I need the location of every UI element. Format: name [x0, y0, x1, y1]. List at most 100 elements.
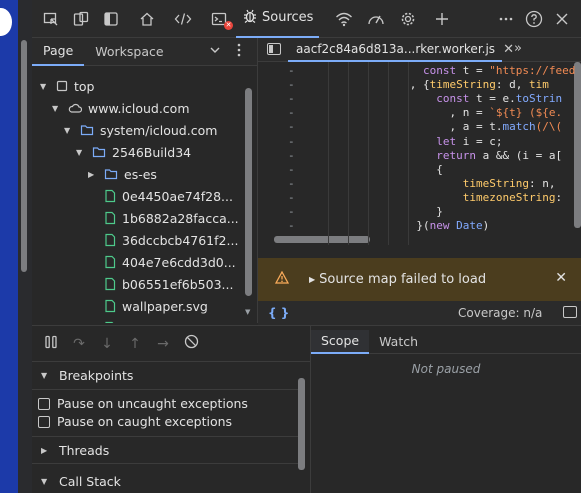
tab-workspace[interactable]: Workspace [84, 38, 174, 66]
pause-uncaught-checkbox[interactable] [38, 397, 50, 410]
deactivate-breakpoints-icon[interactable] [182, 334, 200, 353]
network-icon[interactable] [333, 8, 355, 30]
line-marker: - [288, 92, 295, 106]
tree-item-label: 2546Build34 [112, 144, 192, 160]
pretty-print-button[interactable]: { } [268, 306, 289, 320]
tab-scope[interactable]: Scope [311, 329, 370, 354]
toggle-navigator-icon[interactable] [267, 43, 281, 55]
help-icon[interactable] [523, 8, 545, 30]
debugger-scrollbar-thumb[interactable] [298, 378, 305, 470]
tree-item-label: 36dccbcb4761f2... [122, 232, 239, 248]
tree-file-item[interactable]: 1b6882a28facca... [104, 207, 239, 229]
settings-gear-icon[interactable] [397, 8, 419, 30]
navigator-more-icon[interactable] [236, 42, 242, 62]
tree-file-item[interactable]: b06551ef6b503... [104, 273, 233, 295]
code-line[interactable]: { [436, 163, 443, 176]
collapsed-triangle-icon[interactable]: ▶ [88, 170, 98, 179]
tree-folder-item[interactable]: ▼ top [40, 75, 94, 97]
code-line[interactable]: , {timeString: d, tim [410, 78, 549, 91]
close-icon[interactable] [551, 8, 573, 30]
code-token: return [436, 148, 483, 162]
step-out-icon[interactable]: ↑ [126, 336, 144, 352]
step-icon[interactable]: → [154, 336, 172, 352]
toggle-debugger-icon[interactable] [563, 306, 577, 318]
pause-caught-row[interactable]: Pause on caught exceptions [38, 414, 232, 429]
tab-page[interactable]: Page [32, 38, 85, 66]
expanded-triangle-icon[interactable]: ▼ [76, 148, 86, 157]
scroll-down-icon[interactable]: ▼ [245, 308, 250, 316]
welcome-icon[interactable] [136, 8, 158, 30]
call-stack-section[interactable]: ▼ Call Stack [32, 467, 298, 493]
more-tabs-icon[interactable]: » [514, 41, 522, 56]
dock-side-icon[interactable] [100, 8, 122, 30]
file-tree-scrollbar[interactable]: ▼ [245, 86, 253, 316]
tree-file-item[interactable]: 36dccbcb4761f2... [104, 229, 238, 251]
tab-sources[interactable]: Sources [236, 0, 320, 38]
step-into-icon[interactable]: ↓ [98, 336, 116, 352]
pause-uncaught-label[interactable]: Pause on uncaught exceptions [57, 396, 248, 411]
code-line[interactable]: return a && (i = a[ [436, 149, 562, 162]
code-line[interactable]: let i = c; [436, 135, 502, 148]
code-token: Date [456, 219, 483, 233]
tree-file-item[interactable]: wallpaper.svg [104, 295, 208, 317]
add-tool-icon[interactable] [431, 8, 453, 30]
pause-resume-icon[interactable] [42, 335, 60, 353]
page-background [0, 0, 18, 493]
debugger-scrollbar[interactable] [298, 378, 306, 486]
pause-uncaught-row[interactable]: Pause on uncaught exceptions [38, 396, 248, 411]
code-token: const [436, 92, 476, 106]
breakpoints-heading: Breakpoints [59, 368, 134, 383]
threads-section[interactable]: ▶ Threads [32, 436, 298, 464]
expanded-triangle-icon[interactable]: ▼ [64, 126, 74, 135]
tree-folder-item[interactable]: ▼ 2546Build34 [76, 141, 191, 163]
tree-folder-item[interactable]: ▼ system/icloud.com [64, 119, 217, 141]
pause-caught-label[interactable]: Pause on caught exceptions [57, 414, 232, 429]
tree-file-item[interactable]: 404e7e6cdd3d0... [104, 251, 236, 273]
expanded-triangle-icon[interactable]: ▼ [40, 82, 50, 91]
pause-caught-checkbox[interactable] [38, 415, 50, 428]
code-line[interactable]: const t = "https://feed [423, 64, 575, 77]
editor-file-tab[interactable]: aacf2c84a6d813a...rker.worker.js ✕ [288, 38, 514, 62]
tab-watch[interactable]: Watch [369, 330, 428, 354]
code-line[interactable]: , a = t.match(/\( [450, 120, 563, 133]
chevron-down-icon[interactable] [209, 44, 221, 59]
code-line[interactable]: const t = e.toStrin [436, 92, 562, 105]
console-icon[interactable]: ✕ [208, 8, 233, 30]
expanded-triangle-icon[interactable]: ▼ [52, 104, 62, 113]
device-icon[interactable] [70, 8, 92, 30]
code-line[interactable]: timezoneString: [463, 191, 562, 204]
close-warning-icon[interactable]: ✕ [555, 270, 567, 286]
elements-icon[interactable] [172, 8, 194, 30]
code-token: t = [462, 64, 490, 77]
tree-folder-item[interactable]: ▶ es-es [88, 163, 157, 185]
performance-icon[interactable] [365, 8, 387, 30]
more-icon[interactable] [495, 8, 517, 30]
file-tree-scrollbar-thumb[interactable] [245, 88, 252, 296]
code-line[interactable]: }(new Date) [416, 219, 489, 232]
breakpoints-section[interactable]: ▼ Breakpoints [32, 362, 298, 390]
expand-warning-icon[interactable]: ▶ [309, 275, 315, 284]
code-horizontal-scrollbar[interactable] [258, 233, 574, 245]
tree-item-label: wallpaper-dark... [122, 321, 227, 324]
code-token: , n = [449, 106, 490, 120]
code-line[interactable]: timeString: n, [463, 177, 556, 190]
step-over-icon[interactable]: ↷ [70, 336, 88, 352]
warning-message[interactable]: Source map failed to load [319, 272, 486, 287]
close-tab-icon[interactable]: ✕ [503, 42, 514, 57]
code-vertical-scrollbar[interactable] [574, 62, 581, 245]
console-error-badge: ✕ [224, 20, 233, 30]
tree-file-item[interactable]: wallpaper-dark... [104, 317, 227, 323]
code-token: const [423, 64, 463, 77]
code-editor[interactable]: - const t = "https://feed -, {timeString: … [258, 62, 581, 245]
page-scrollbar-thumb[interactable] [21, 40, 27, 272]
code-line[interactable]: , n = `${t} (${e. [450, 106, 563, 119]
inspect-icon[interactable] [40, 8, 62, 30]
tree-file-item[interactable]: 0e4450ae74f28... [104, 185, 233, 207]
page-scrollbar[interactable] [18, 0, 32, 493]
code-line[interactable]: } [436, 205, 443, 218]
code-horizontal-thumb[interactable] [274, 236, 370, 243]
debugger-toolbar: ↷ ↓ ↑ → [32, 326, 310, 362]
tree-folder-item[interactable]: ▼ www.icloud.com [52, 97, 190, 119]
code-vertical-thumb[interactable] [574, 62, 581, 228]
folder-icon [104, 168, 118, 180]
